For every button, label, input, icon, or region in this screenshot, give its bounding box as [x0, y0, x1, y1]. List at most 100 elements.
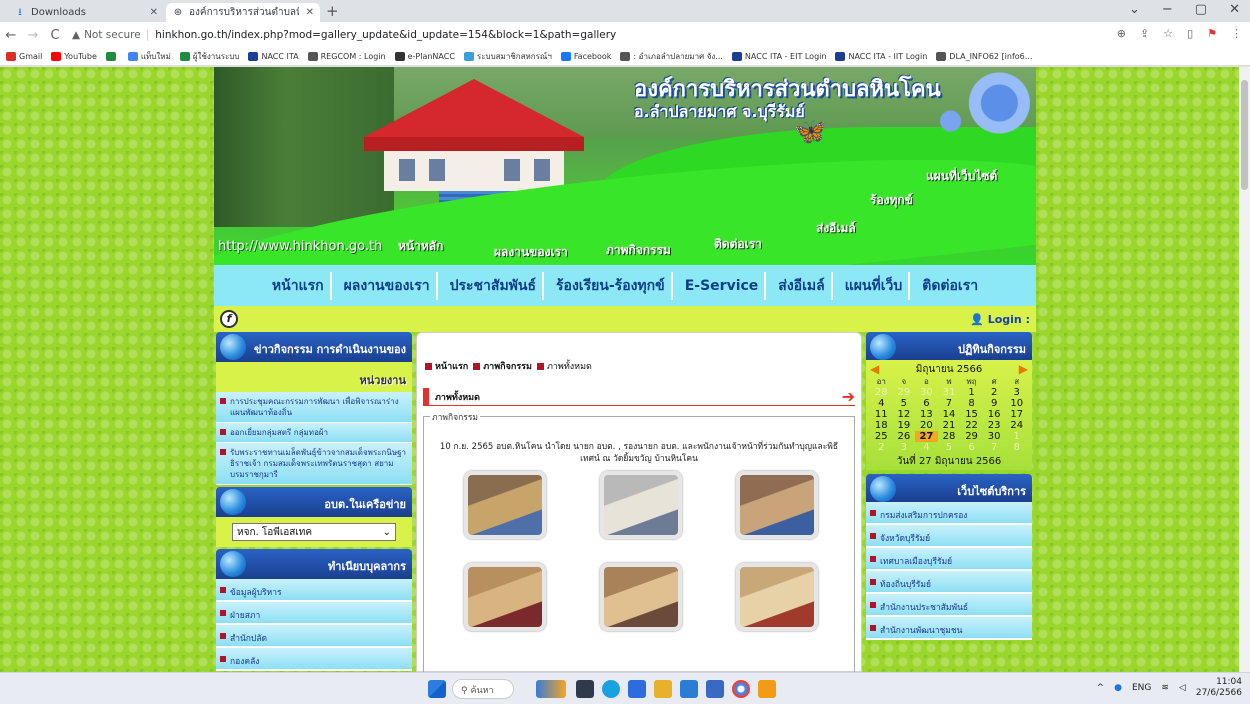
- nav-item[interactable]: E-Service: [679, 271, 767, 300]
- calendar-day[interactable]: 10: [1005, 398, 1028, 409]
- close-window-icon[interactable]: ✕: [1229, 2, 1240, 17]
- nav-item[interactable]: ประชาสัมพันธ์: [444, 271, 545, 300]
- news-item[interactable]: การประชุมคณะกรรมการพัฒนา เพื่อพิจารณาร่า…: [216, 392, 412, 423]
- banner-link-complaint[interactable]: ร้องทุกข์: [870, 191, 913, 210]
- calendar-day[interactable]: 6: [915, 398, 938, 409]
- calendar-day[interactable]: 15: [960, 409, 983, 420]
- banner-link-gallery[interactable]: ภาพกิจกรรม: [606, 241, 671, 260]
- personnel-item[interactable]: สำนักปลัด: [216, 625, 412, 648]
- task-view-icon[interactable]: [576, 680, 594, 698]
- sidepanel-icon[interactable]: ▯: [1187, 27, 1193, 40]
- activity-photo-5[interactable]: [600, 563, 682, 631]
- windows-start-icon[interactable]: [428, 680, 446, 698]
- bookmark-item[interactable]: ผู้ใช้งานระบบ: [179, 50, 239, 63]
- calendar-day[interactable]: 4: [870, 398, 893, 409]
- calendar-day[interactable]: 5: [938, 442, 961, 453]
- bookmark-item[interactable]: DLA_INFO62 [info6...: [936, 52, 1032, 61]
- calendar-day[interactable]: 8: [1005, 442, 1028, 453]
- taskbar-search[interactable]: ⚲ ค้นหา: [452, 679, 514, 699]
- wifi-icon[interactable]: ≋: [1161, 683, 1169, 693]
- nav-item[interactable]: หน้าแรก: [266, 271, 332, 300]
- calendar-day[interactable]: 28: [938, 431, 961, 442]
- security-icon[interactable]: ●: [1114, 683, 1122, 693]
- nav-item[interactable]: ติดต่อเรา: [916, 272, 984, 300]
- calendar-day[interactable]: 24: [1005, 420, 1028, 431]
- banner-link-works[interactable]: ผลงานของเรา: [494, 243, 568, 262]
- calendar-day[interactable]: 2: [870, 442, 893, 453]
- banner-link-contact[interactable]: ติดต่อเรา: [714, 235, 762, 254]
- edge-icon[interactable]: [602, 680, 620, 698]
- mail-icon[interactable]: [706, 680, 724, 698]
- bookmark-item[interactable]: e-PlanNACC: [394, 52, 455, 61]
- share-icon[interactable]: ⇪: [1140, 27, 1149, 40]
- service-link[interactable]: กรมส่งเสริมการปกครอง: [866, 502, 1032, 525]
- zoom-icon[interactable]: ⊕: [1117, 27, 1126, 40]
- app-icon[interactable]: [758, 680, 776, 698]
- clock[interactable]: 11:04 27/6/2566: [1196, 677, 1242, 699]
- nav-item[interactable]: แผนที่เว็บ: [839, 271, 911, 300]
- calendar-day[interactable]: 25: [870, 431, 893, 442]
- calendar-day[interactable]: 3: [893, 442, 916, 453]
- bookmark-item[interactable]: [105, 52, 119, 61]
- close-icon[interactable]: ✕: [144, 7, 158, 18]
- calendar-day[interactable]: 22: [960, 420, 983, 431]
- minimize-icon[interactable]: −: [1162, 2, 1173, 17]
- calendar-day[interactable]: 30: [915, 387, 938, 398]
- news-item[interactable]: ออกเยี่ยมกลุ่มสตรี กลุ่มทอผ้า: [216, 423, 412, 443]
- calendar-day[interactable]: 1: [960, 387, 983, 398]
- personnel-item[interactable]: ข้อมูลผู้บริหาร: [216, 579, 412, 602]
- bookmark-item[interactable]: YouTube: [51, 52, 97, 61]
- close-icon[interactable]: ✕: [300, 7, 314, 18]
- calendar-day[interactable]: 26: [893, 431, 916, 442]
- forward-icon[interactable]: →: [22, 28, 44, 43]
- breadcrumb-gallery[interactable]: ภาพกิจกรรม: [473, 359, 532, 373]
- calendar-day[interactable]: 11: [870, 409, 893, 420]
- network-select[interactable]: หจก. โอพีเอสเทค ⌄: [232, 523, 396, 541]
- calendar-day[interactable]: 6: [960, 442, 983, 453]
- calendar-day[interactable]: 28: [870, 387, 893, 398]
- calendar-day[interactable]: 21: [938, 420, 961, 431]
- personnel-item[interactable]: กองคลัง: [216, 648, 412, 671]
- calendar-day[interactable]: 3: [1005, 387, 1028, 398]
- reload-icon[interactable]: C: [44, 28, 66, 43]
- tab-search-icon[interactable]: ⌄: [1129, 2, 1140, 17]
- service-link[interactable]: จังหวัดบุรีรัมย์: [866, 525, 1032, 548]
- calendar-day[interactable]: 23: [983, 420, 1006, 431]
- calendar-day[interactable]: 7: [983, 442, 1006, 453]
- widgets-icon[interactable]: [536, 680, 566, 698]
- address-bar[interactable]: ▲ Not secure | hinkhon.go.th/index.php?m…: [72, 29, 616, 41]
- calendar-day[interactable]: 29: [960, 431, 983, 442]
- nav-item[interactable]: ร้องเรียน-ร้องทุกข์: [550, 271, 673, 300]
- calendar-day[interactable]: 4: [915, 442, 938, 453]
- scrollbar-thumb[interactable]: [1241, 80, 1248, 190]
- banner-link-email[interactable]: ส่งอีเมล์: [816, 219, 856, 238]
- bookmark-item[interactable]: NACC ITA - EIT Login: [731, 52, 826, 61]
- activity-photo-1[interactable]: [464, 471, 546, 539]
- calendar-day[interactable]: 9: [983, 398, 1006, 409]
- news-item[interactable]: รับพระราชทานเมล็ดพันธุ์ข้าวจากสมเด็จพระก…: [216, 443, 412, 485]
- restore-icon[interactable]: ▢: [1195, 2, 1207, 17]
- service-link[interactable]: ท้องถิ่นบุรีรัมย์: [866, 571, 1032, 594]
- login-link[interactable]: 👤 Login :: [970, 313, 1030, 326]
- activity-photo-2[interactable]: [600, 471, 682, 539]
- banner-link-home[interactable]: หน้าหลัก: [398, 237, 443, 256]
- service-link[interactable]: สำนักงานประชาสัมพันธ์: [866, 594, 1032, 617]
- bookmark-item[interactable]: NACC ITA - IIT Login: [835, 52, 927, 61]
- bookmark-item[interactable]: แท็บใหม่: [127, 50, 171, 63]
- tab-hinkhon[interactable]: ⊛ องค์การบริหารส่วนตำบลหินโคน : อำเภ ✕: [166, 3, 320, 22]
- bookmark-item[interactable]: NACC ITA: [248, 52, 299, 61]
- banner-link-sitemap[interactable]: แผนที่เว็บไซต์: [926, 167, 997, 186]
- tab-downloads[interactable]: ⭳ Downloads ✕: [8, 3, 164, 22]
- service-link[interactable]: สำนักงานพัฒนาชุมชน: [866, 617, 1032, 640]
- warning-icon[interactable]: ▲: [72, 29, 80, 41]
- calendar-day[interactable]: 17: [1005, 409, 1028, 420]
- activity-photo-3[interactable]: [736, 471, 818, 539]
- calendar-day[interactable]: 14: [938, 409, 961, 420]
- bookmark-item[interactable]: ระบบสมาชิกสหกรณ์ฯ: [463, 50, 552, 63]
- calendar-day[interactable]: 5: [893, 398, 916, 409]
- word-icon[interactable]: [680, 680, 698, 698]
- calendar-day-today[interactable]: 27: [915, 431, 938, 442]
- extension-icon[interactable]: ⚑: [1207, 27, 1217, 40]
- volume-icon[interactable]: ◁: [1179, 683, 1186, 693]
- calendar-day[interactable]: 1: [1005, 431, 1028, 442]
